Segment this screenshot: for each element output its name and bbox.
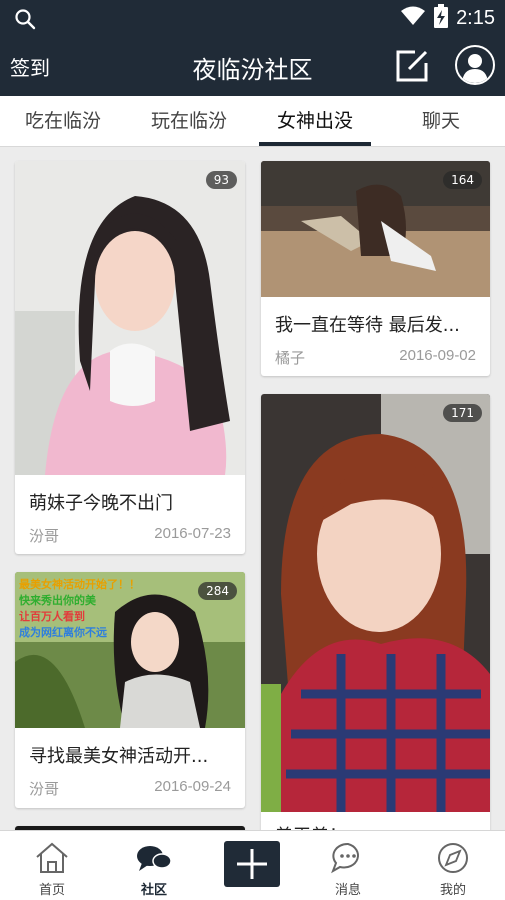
home-icon: [36, 842, 68, 873]
wifi-icon: [400, 5, 426, 31]
promo-text-line: 快来秀出你的美: [18, 593, 97, 607]
post-image: [261, 394, 490, 812]
nav-label: 消息: [334, 883, 361, 898]
post-date: 2016-07-23: [154, 525, 231, 542]
plus-icon: [237, 849, 267, 879]
active-tab-indicator: [259, 142, 371, 146]
nav-profile[interactable]: 我的: [403, 831, 503, 900]
nav-label: 社区: [140, 883, 167, 898]
avatar-icon[interactable]: [455, 45, 495, 85]
chat-bubbles-icon: [137, 846, 172, 871]
view-count-badge: 171: [443, 404, 482, 422]
post-date: 2016-09-02: [399, 347, 476, 364]
battery-icon: [434, 4, 449, 32]
category-tabs: 吃在临汾 玩在临汾 女神出没 聊天: [0, 96, 505, 147]
post-date: 2016-09-24: [154, 778, 231, 795]
post-title: 寻找最美女神活动开...: [29, 746, 209, 767]
search-icon[interactable]: [14, 8, 36, 34]
post-card[interactable]: 93 萌妹子今晚不出门 汾哥 2016-07-23: [15, 161, 245, 554]
post-author: 汾哥: [29, 527, 60, 545]
view-count-badge: 284: [198, 582, 237, 600]
post-title: 萌妹子今晚不出门: [29, 493, 173, 514]
bottom-navigation: 首页 社区 消息 我的: [0, 830, 505, 900]
post-author: 汾哥: [29, 780, 60, 798]
promo-text-line: 成为网红离你不远: [19, 625, 107, 639]
tab-goddess[interactable]: 女神出没: [252, 96, 378, 147]
post-image: [15, 161, 245, 475]
promo-text-line: 让百万人看到: [19, 609, 85, 623]
page-title: 夜临汾社区: [192, 56, 313, 84]
tab-play[interactable]: 玩在临汾: [126, 96, 252, 147]
add-post-button[interactable]: [224, 841, 280, 887]
post-author: 橘子: [275, 349, 306, 367]
message-icon: [331, 842, 359, 874]
post-card[interactable]: 171 盖王盖！: [261, 394, 490, 854]
nav-label: 我的: [439, 883, 466, 898]
nav-community[interactable]: 社区: [104, 831, 204, 900]
post-card[interactable]: 最美女神活动开始了！！ 快来秀出你的美 让百万人看到 成为网红离你不远 284 …: [15, 572, 245, 808]
compose-icon[interactable]: [395, 49, 429, 87]
tab-eat[interactable]: 吃在临汾: [0, 96, 126, 147]
promo-text-line: 最美女神活动开始了！！: [19, 577, 140, 591]
app-bar: 签到 夜临汾社区: [0, 36, 505, 96]
tab-chat[interactable]: 聊天: [378, 96, 504, 147]
nav-label: 首页: [38, 883, 65, 898]
post-card[interactable]: 164 我一直在等待 最后发... 橘子 2016-09-02: [261, 161, 490, 376]
compass-icon: [438, 843, 468, 873]
view-count-badge: 93: [205, 171, 237, 189]
view-count-badge: 164: [443, 171, 482, 189]
clock: 2:15: [456, 6, 495, 29]
nav-home[interactable]: 首页: [2, 831, 102, 900]
status-bar: 2:15: [0, 0, 505, 36]
nav-messages[interactable]: 消息: [298, 831, 398, 900]
post-title: 我一直在等待 最后发...: [275, 315, 460, 336]
